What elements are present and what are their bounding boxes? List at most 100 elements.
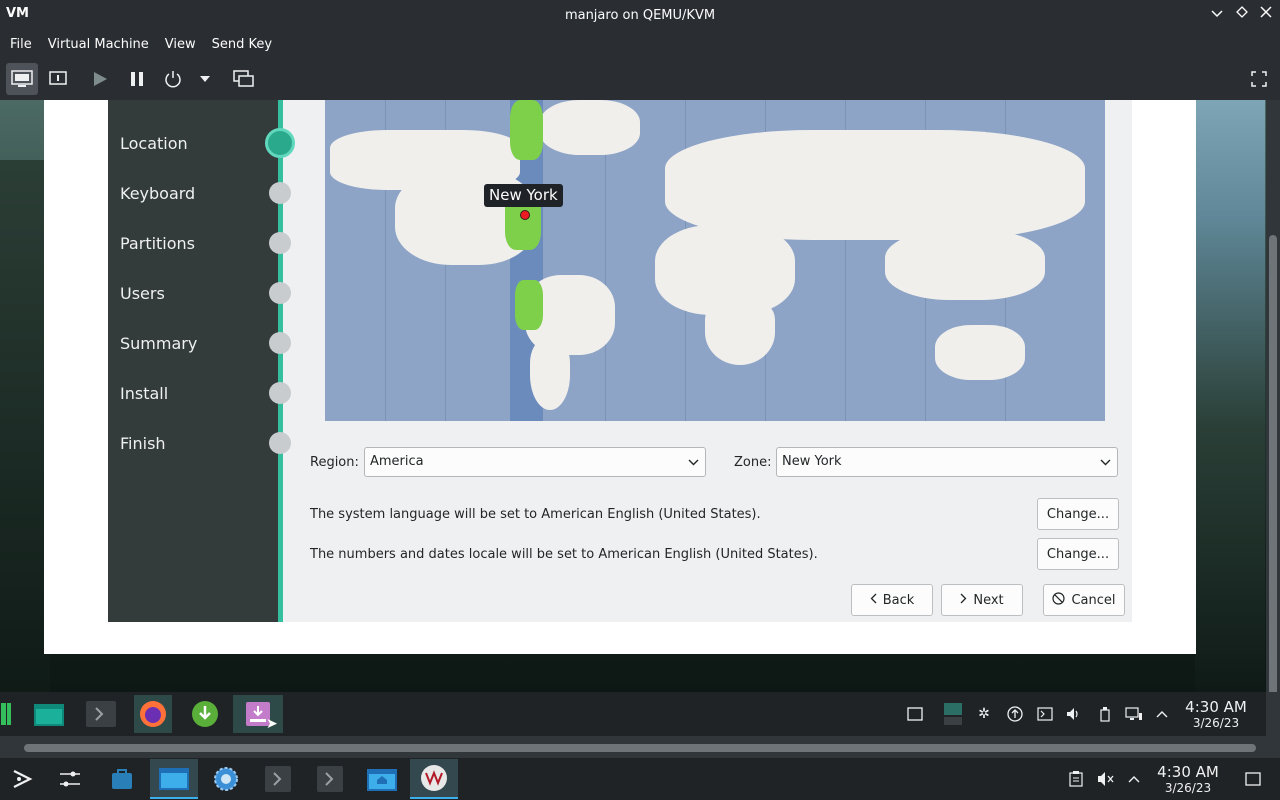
show-desktop-icon[interactable] — [903, 702, 927, 726]
landmass-africa — [705, 300, 775, 365]
window-title: manjaro on QEMU/KVM — [564, 7, 716, 23]
host-clock[interactable]: 4:30 AM 3/26/23 — [1152, 763, 1224, 795]
virt-manager-task-icon[interactable] — [410, 759, 458, 799]
region-label: Region: — [310, 455, 359, 470]
console-tray-icon[interactable] — [1033, 702, 1057, 726]
step-indicator — [269, 282, 291, 304]
guest-clock[interactable]: 4:30 AM 3/26/23 — [1180, 698, 1252, 730]
mouse-cursor-icon: ➤ — [266, 716, 278, 732]
host-terminal-icon[interactable] — [310, 759, 350, 799]
region-value: America — [370, 454, 424, 469]
menu-virtual-machine[interactable]: Virtual Machine — [40, 37, 157, 52]
host-show-desktop-icon[interactable] — [1241, 767, 1265, 791]
removable-device-icon[interactable] — [1093, 702, 1117, 726]
home-folder-icon[interactable] — [362, 759, 402, 799]
timezone-map[interactable]: New York — [325, 100, 1105, 421]
location-pin-icon[interactable] — [520, 210, 530, 220]
tray-expand-icon[interactable] — [1150, 702, 1174, 726]
horizontal-scrollbar-thumb[interactable] — [24, 744, 1256, 752]
virt-manager-logo-icon[interactable]: VM — [6, 6, 29, 24]
step-indicator — [269, 232, 291, 254]
change-language-button[interactable]: Change... — [1037, 498, 1119, 530]
details-icon[interactable] — [42, 63, 74, 95]
console-icon[interactable] — [6, 63, 38, 95]
timezone-highlight-land — [515, 280, 543, 330]
horizontal-scrollbar[interactable] — [0, 736, 1280, 758]
file-manager-icon[interactable] — [30, 695, 68, 733]
window-titlebar: VM manjaro on QEMU/KVM — [0, 0, 1280, 30]
language-info-text: The system language will be set to Ameri… — [310, 507, 761, 522]
cancel-icon — [1052, 591, 1066, 609]
snapshots-icon[interactable] — [228, 63, 260, 95]
menu-view[interactable]: View — [157, 37, 204, 52]
next-button[interactable]: Next — [941, 584, 1023, 616]
terminal-icon[interactable] — [82, 695, 120, 733]
system-settings-icon[interactable] — [206, 759, 246, 799]
step-indicator-current — [265, 128, 295, 158]
host-file-manager-icon[interactable] — [150, 759, 198, 799]
network-share-icon[interactable]: ✲ — [972, 702, 996, 726]
host-taskbar: 4:30 AM 3/26/23 — [0, 758, 1280, 800]
guest-taskbar: ➤ ✲ 4:30 AM 3/26/23 — [0, 692, 1266, 736]
cancel-button[interactable]: Cancel — [1043, 584, 1125, 616]
landmass-asia — [885, 230, 1045, 300]
application-launcher-icon[interactable] — [2, 759, 42, 799]
region-select[interactable]: America — [364, 447, 706, 477]
volume-muted-icon[interactable] — [1094, 767, 1118, 791]
maximize-icon[interactable] — [1232, 5, 1252, 25]
discover-store-icon[interactable] — [102, 759, 142, 799]
host-tray-expand-icon[interactable] — [1122, 767, 1146, 791]
timezone-highlight-land — [510, 100, 543, 160]
vertical-scrollbar[interactable] — [1266, 100, 1280, 692]
firefox-icon[interactable] — [134, 695, 172, 733]
toolbar — [0, 58, 1280, 100]
sidebar-accent-line — [278, 100, 283, 622]
wallpaper-left — [0, 160, 50, 692]
fullscreen-icon[interactable] — [1243, 63, 1275, 95]
guest-clock-time: 4:30 AM — [1185, 698, 1247, 716]
guest-display[interactable]: Location Keyboard Partitions Users Summa… — [0, 100, 1280, 692]
wallpaper-right — [1195, 100, 1265, 692]
volume-icon[interactable] — [1062, 702, 1086, 726]
menu-file[interactable]: File — [2, 37, 40, 52]
menu-send-key[interactable]: Send Key — [204, 37, 280, 52]
network-icon[interactable] — [1122, 702, 1146, 726]
host-terminal-icon[interactable] — [258, 759, 298, 799]
step-install: Install — [120, 384, 169, 403]
installer-window: Location Keyboard Partitions Users Summa… — [108, 100, 1132, 622]
zone-value: New York — [782, 454, 842, 469]
step-users: Users — [120, 284, 165, 303]
updates-icon[interactable] — [1003, 702, 1027, 726]
host-clock-date: 3/26/23 — [1164, 781, 1212, 795]
step-indicator — [269, 332, 291, 354]
power-menu-dropdown-icon[interactable] — [189, 63, 221, 95]
minimize-icon[interactable] — [1207, 5, 1227, 25]
step-indicator — [269, 432, 291, 454]
chevron-left-icon — [870, 593, 877, 608]
change-locale-button[interactable]: Change... — [1037, 538, 1119, 570]
pause-icon[interactable] — [121, 63, 153, 95]
landmass-eurasia — [665, 130, 1085, 240]
host-clock-time: 4:30 AM — [1157, 763, 1219, 781]
cancel-label: Cancel — [1071, 592, 1116, 608]
chevron-down-icon — [688, 448, 699, 476]
manjaro-menu-icon[interactable] — [0, 695, 22, 733]
menubar: File Virtual Machine View Send Key — [0, 30, 1280, 58]
step-finish: Finish — [120, 434, 166, 453]
software-update-icon[interactable] — [186, 695, 224, 733]
step-keyboard: Keyboard — [120, 184, 196, 203]
power-icon[interactable] — [157, 63, 189, 95]
run-icon[interactable] — [84, 63, 116, 95]
step-indicator — [269, 182, 291, 204]
landmass-south-america — [530, 340, 570, 410]
vertical-scrollbar-thumb[interactable] — [1269, 235, 1277, 692]
settings-icon[interactable] — [50, 759, 90, 799]
locale-info-text: The numbers and dates locale will be set… — [310, 547, 818, 562]
back-button[interactable]: Back — [851, 584, 933, 616]
pager-icon[interactable] — [941, 702, 965, 726]
landmass-greenland — [540, 100, 640, 155]
clipboard-icon[interactable] — [1064, 767, 1088, 791]
zone-select[interactable]: New York — [776, 447, 1118, 477]
close-icon[interactable] — [1256, 5, 1276, 25]
landmass-australia — [935, 325, 1025, 380]
